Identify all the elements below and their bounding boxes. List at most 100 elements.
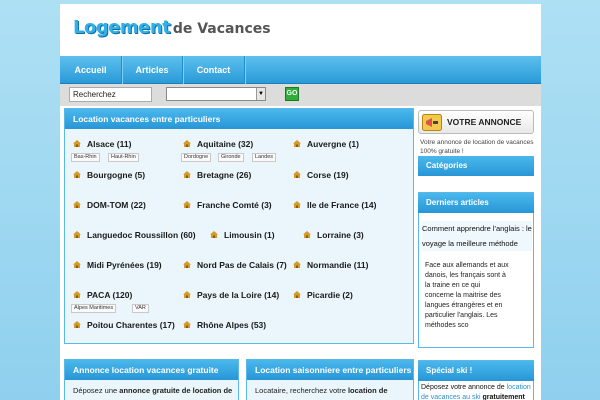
region-link[interactable]: Ile de France (14) [307, 200, 376, 210]
ski-special-header: Spécial ski ! [418, 361, 534, 381]
region-link[interactable]: Franche Comté (3) [197, 200, 272, 210]
region-link[interactable]: Auvergne (1) [307, 139, 359, 149]
region-item[interactable]: Nord Pas de Calais (7) [183, 260, 287, 270]
seasonal-rental-panel: Location saisonniere entre particuliers … [246, 359, 414, 400]
region-item[interactable]: Corse (19) [293, 170, 349, 180]
department-tag[interactable]: Haut-Rhin [108, 153, 139, 162]
region-item[interactable]: Pays de la Loire (14) [183, 290, 279, 300]
department-tag[interactable]: VAR [132, 304, 149, 313]
region-link[interactable]: Languedoc Roussillon (60) [87, 230, 196, 240]
house-icon [183, 321, 191, 329]
seasonal-rental-text-pre: Locataire, recherchez votre [255, 386, 348, 395]
search-input[interactable] [69, 87, 152, 102]
region-item[interactable]: Languedoc Roussillon (60) [73, 230, 196, 240]
house-icon [73, 140, 81, 148]
region-item[interactable]: Auvergne (1) [293, 139, 359, 149]
region-link[interactable]: Limousin (1) [224, 230, 275, 240]
search-bar: ▼ GO [60, 84, 541, 106]
your-listing-label: VOTRE ANNONCE [447, 117, 522, 127]
your-listing-button[interactable]: VOTRE ANNONCE [418, 110, 534, 134]
region-item[interactable]: Bretagne (26) [183, 170, 251, 180]
region-link[interactable]: Nord Pas de Calais (7) [197, 260, 287, 270]
department-tag[interactable]: Gironde [218, 153, 244, 162]
regions-panel: Location vacances entre particuliers Als… [64, 108, 414, 344]
seasonal-rental-text: Locataire, recherchez votre location de [247, 380, 413, 400]
region-link[interactable]: Rhône Alpes (53) [197, 320, 266, 330]
region-item[interactable]: Lorraine (3) [303, 230, 364, 240]
megaphone-icon [422, 114, 442, 131]
house-icon [293, 201, 301, 209]
region-item[interactable]: Rhône Alpes (53) [183, 320, 266, 330]
regions-panel-title: Location vacances entre particuliers [65, 109, 413, 129]
free-listing-title: Annonce location vacances gratuite [65, 360, 238, 380]
region-item[interactable]: Aquitaine (32) [183, 139, 253, 149]
ski-special-text: Déposez votre annonce de location de vac… [421, 383, 533, 400]
house-icon [183, 171, 191, 179]
article-link[interactable]: Comment apprendre l'anglais : le voyage … [422, 221, 532, 251]
region-item[interactable]: Franche Comté (3) [183, 200, 272, 210]
your-listing-note: Votre annonce de location de vacances 10… [420, 139, 534, 155]
region-item[interactable]: Alsace (11) [73, 139, 131, 149]
region-item[interactable]: Picardie (2) [293, 290, 353, 300]
region-item[interactable]: Ile de France (14) [293, 200, 376, 210]
free-listing-text: Déposez une annonce gratuite de location… [65, 380, 238, 400]
house-icon [73, 201, 81, 209]
nav-home[interactable]: Accueil [60, 56, 122, 84]
house-icon [293, 140, 301, 148]
recent-articles-header: Derniers articles [418, 193, 534, 213]
department-tag[interactable]: Landes [252, 153, 277, 162]
ski-special-post: gratuitement [480, 394, 525, 400]
house-icon [73, 171, 81, 179]
region-link[interactable]: Lorraine (3) [317, 230, 364, 240]
region-link[interactable]: Normandie (11) [307, 260, 368, 270]
region-link[interactable]: Corse (19) [307, 170, 349, 180]
category-select[interactable]: ▼ [166, 87, 266, 101]
region-item[interactable]: Limousin (1) [210, 230, 275, 240]
region-link[interactable]: Pays de la Loire (14) [197, 290, 279, 300]
region-link[interactable]: Poitou Charentes (17) [87, 320, 175, 330]
nav-contact[interactable]: Contact [183, 56, 245, 84]
house-icon [210, 231, 218, 239]
house-icon [293, 171, 301, 179]
department-tag[interactable]: Bas-Rhin [71, 153, 100, 162]
categories-header[interactable]: Catégories [418, 156, 534, 176]
house-icon [183, 201, 191, 209]
house-icon [73, 291, 81, 299]
department-tag[interactable]: Dordogne [181, 153, 212, 162]
article-excerpt: Face aux allemands et aux danois, les fr… [425, 262, 509, 329]
region-link[interactable]: Midi Pyrénées (19) [87, 260, 162, 270]
ski-special-pre: Déposez votre annonce de [421, 384, 507, 391]
page: Logement de Vacances Accueil Articles Co… [60, 4, 541, 400]
house-icon [183, 291, 191, 299]
department-tag[interactable]: Alpes Maritimes [71, 304, 117, 313]
region-link[interactable]: Bourgogne (5) [87, 170, 145, 180]
site-logo[interactable]: Logement de Vacances [73, 17, 271, 38]
go-button[interactable]: GO [285, 87, 299, 101]
region-link[interactable]: Aquitaine (32) [197, 139, 253, 149]
main-nav: Accueil Articles Contact [60, 56, 541, 84]
region-link[interactable]: Bretagne (26) [197, 170, 251, 180]
header: Logement de Vacances [60, 4, 541, 54]
region-link[interactable]: Picardie (2) [307, 290, 353, 300]
house-icon [303, 231, 311, 239]
region-link[interactable]: Alsace (11) [87, 139, 131, 149]
region-link[interactable]: DOM-TOM (22) [87, 200, 146, 210]
region-item[interactable]: Poitou Charentes (17) [73, 320, 175, 330]
region-item[interactable]: Midi Pyrénées (19) [73, 260, 162, 270]
region-item[interactable]: DOM-TOM (22) [73, 200, 146, 210]
free-listing-text-bold[interactable]: annonce gratuite de location de [119, 386, 232, 395]
house-icon [293, 261, 301, 269]
region-link[interactable]: PACA (120) [87, 290, 132, 300]
dropdown-arrow-icon: ▼ [256, 88, 265, 100]
house-icon [73, 261, 81, 269]
seasonal-rental-title: Location saisonniere entre particuliers [247, 360, 413, 380]
seasonal-rental-text-bold[interactable]: location de [348, 386, 388, 395]
logo-part1: Logement [73, 17, 171, 38]
house-icon [73, 231, 81, 239]
recent-articles-box: Derniers articles Comment apprendre l'an… [418, 192, 534, 348]
nav-articles[interactable]: Articles [122, 56, 183, 84]
region-item[interactable]: Normandie (11) [293, 260, 368, 270]
region-item[interactable]: Bourgogne (5) [73, 170, 145, 180]
ski-special-box: Spécial ski ! Déposez votre annonce de l… [418, 360, 534, 400]
region-item[interactable]: PACA (120) [73, 290, 132, 300]
